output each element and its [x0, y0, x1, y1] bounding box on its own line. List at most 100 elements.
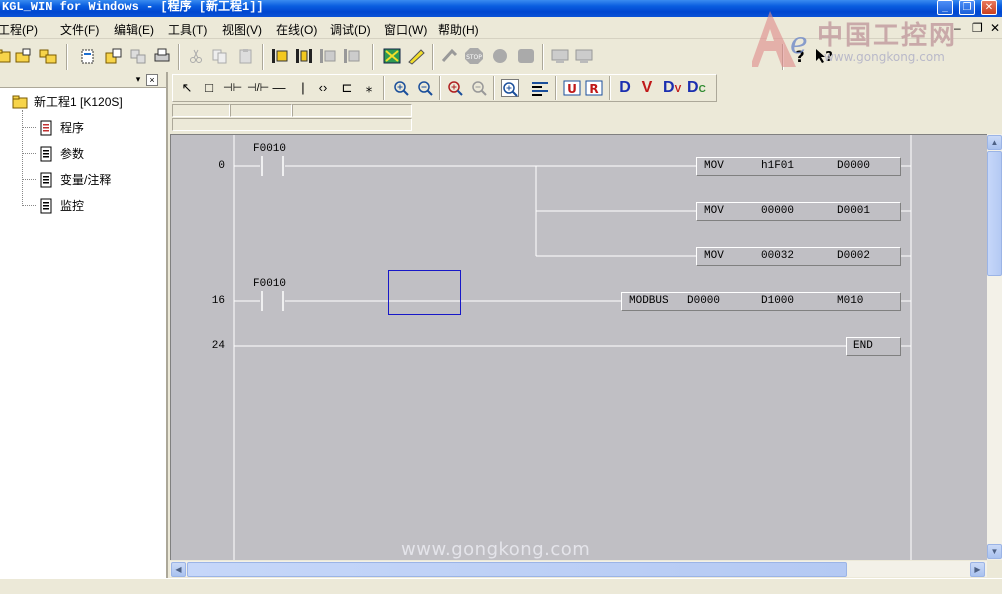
paste-icon[interactable] — [236, 47, 256, 65]
device-dc-button[interactable]: DC — [687, 79, 706, 97]
coil-button[interactable]: ‹› — [315, 79, 331, 97]
menu-help[interactable]: 帮助(H) — [438, 21, 479, 38]
device-d-button[interactable]: D — [617, 79, 633, 97]
upload-icon[interactable] — [550, 47, 570, 65]
zoom-in-icon[interactable] — [393, 79, 409, 97]
select-tool-button[interactable]: ↖ — [179, 79, 195, 97]
scroll-corner — [987, 561, 1002, 577]
ladder-toolbar: ↖ □ ⊣⊢ ⊣/⊢ — | ‹› ⊏ ⁎ U R D V DV DC — [172, 74, 717, 102]
ladder-del-icon[interactable] — [342, 47, 362, 65]
device-dv-button[interactable]: DV — [663, 79, 681, 97]
func-arg-2: D0000 — [837, 160, 871, 172]
info-cell — [292, 104, 412, 117]
tree-item-variables[interactable]: 变量/注释 — [38, 171, 111, 188]
menu-online[interactable]: 在线(O) — [276, 21, 317, 38]
zoom-out-icon[interactable] — [417, 79, 433, 97]
write-icon[interactable] — [406, 47, 426, 65]
folder-icon — [12, 95, 28, 108]
open-folder-icon[interactable] — [14, 47, 34, 65]
menu-view[interactable]: 视图(V) — [222, 21, 262, 38]
function-block-mov[interactable]: MOV h1F01 D0000 — [696, 157, 901, 176]
zoom-fit-icon[interactable] — [501, 79, 519, 97]
monitor-icon[interactable] — [490, 47, 510, 65]
export-icon[interactable] — [128, 47, 148, 65]
tree-item-label: 参数 — [60, 147, 85, 161]
vertical-scrollbar[interactable]: ▲ ▼ — [987, 134, 1002, 560]
gongkong-logo-icon: e — [752, 11, 808, 67]
window-title: KGL_WIN for Windows - [程序 [新工程1]] — [2, 0, 264, 14]
new-file-icon[interactable] — [78, 47, 98, 65]
no-contact-button[interactable]: ⊣⊢ — [223, 79, 242, 97]
func-arg-2: D1000 — [761, 295, 795, 307]
scroll-right-icon[interactable]: ▶ — [970, 562, 985, 577]
dv-sub-label: V — [674, 84, 682, 95]
vline-button[interactable]: | — [295, 79, 311, 97]
menu-tools[interactable]: 工具(T) — [168, 21, 207, 38]
open-project-icon[interactable] — [0, 47, 14, 65]
status-bar — [0, 578, 1002, 594]
logo-url: www.gongkong.com — [824, 50, 945, 64]
stop-icon[interactable]: STOP — [464, 47, 484, 65]
horizontal-scrollbar[interactable]: ◀ ▶ — [170, 561, 987, 577]
function-block-modbus[interactable]: MODBUS D0000 D1000 M010 — [621, 292, 901, 311]
run-icon[interactable] — [440, 47, 460, 65]
zoom-out-gray-icon[interactable] — [471, 79, 487, 97]
align-left-icon[interactable] — [531, 79, 549, 97]
cut-icon[interactable] — [186, 47, 206, 65]
variable-doc-icon — [40, 172, 52, 187]
dv-main-label: D — [663, 79, 675, 96]
vertical-scroll-thumb[interactable] — [987, 151, 1002, 276]
box-tool-button[interactable]: □ — [201, 79, 217, 97]
scroll-down-icon[interactable]: ▼ — [987, 544, 1002, 559]
end-label: END — [853, 340, 873, 352]
menu-debug[interactable]: 调试(D) — [330, 21, 371, 38]
panel-pin-button[interactable]: ▾ — [132, 74, 144, 86]
menu-project[interactable]: 工程(P) — [0, 21, 38, 38]
step-number: 16 — [211, 295, 225, 307]
scroll-left-icon[interactable]: ◀ — [171, 562, 186, 577]
print-icon[interactable] — [152, 47, 172, 65]
horizontal-scroll-thumb[interactable] — [187, 562, 847, 577]
tree-item-monitor[interactable]: 监控 — [38, 197, 84, 214]
copy-icon[interactable] — [210, 47, 230, 65]
panel-close-button[interactable]: × — [146, 74, 158, 86]
tree-item-parameters[interactable]: 参数 — [38, 145, 84, 162]
tree-item-program[interactable]: 程序 — [38, 119, 84, 136]
info-cell — [230, 104, 292, 117]
zoom-in-red-icon[interactable] — [447, 79, 463, 97]
svg-text:U: U — [567, 82, 577, 96]
end-instruction[interactable]: END — [846, 337, 901, 356]
tree-item-label: 程序 — [60, 121, 85, 135]
function-block-mov[interactable]: MOV 00000 D0001 — [696, 202, 901, 221]
function-block-mov[interactable]: MOV 00032 D0002 — [696, 247, 901, 266]
menu-edit[interactable]: 编辑(E) — [114, 21, 154, 38]
scroll-up-icon[interactable]: ▲ — [987, 135, 1002, 150]
nc-contact-button[interactable]: ⊣/⊢ — [247, 79, 269, 97]
copy-file-icon[interactable] — [104, 47, 124, 65]
register-icon[interactable]: R — [585, 79, 603, 97]
download-icon[interactable] — [574, 47, 594, 65]
force-icon[interactable] — [516, 47, 536, 65]
function-button[interactable]: ⊏ — [339, 79, 355, 97]
menu-window[interactable]: 窗口(W) — [384, 21, 427, 38]
hline-button[interactable]: — — [271, 79, 287, 97]
ladder-editor[interactable]: 0 16 24 F0010 F0010 MOV h1F01 D0000 MOV … — [170, 134, 987, 560]
dc-sub-label: C — [698, 84, 706, 95]
menu-file[interactable]: 文件(F) — [60, 21, 99, 38]
ladder-col-icon[interactable] — [318, 47, 338, 65]
device-v-button[interactable]: V — [639, 79, 655, 97]
ladder-insert-icon[interactable] — [270, 47, 290, 65]
user-func-icon[interactable]: U — [563, 79, 581, 97]
ladder-row-icon[interactable] — [294, 47, 314, 65]
special-button[interactable]: ⁎ — [361, 79, 377, 97]
tree-root-project[interactable]: 新工程1 [K120S] — [12, 93, 123, 110]
tree-item-label: 变量/注释 — [60, 173, 112, 187]
func-arg-2: D0001 — [837, 205, 871, 217]
edit-cursor[interactable] — [388, 270, 461, 315]
project-tree-header: ▾ × — [0, 72, 166, 88]
canvas-watermark: www.gongkong.com — [401, 539, 591, 560]
save-icon[interactable] — [38, 47, 58, 65]
contact-label: F0010 — [253, 278, 287, 290]
compile-icon[interactable] — [382, 47, 402, 65]
param-doc-icon — [40, 146, 52, 161]
